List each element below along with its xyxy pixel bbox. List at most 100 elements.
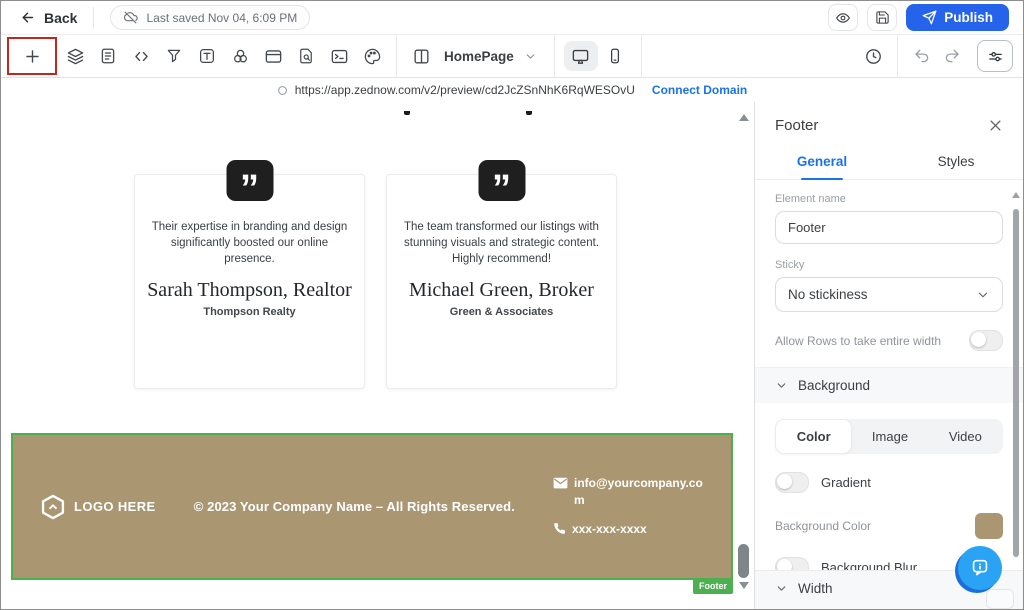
console-button[interactable] <box>324 41 354 71</box>
columns-icon <box>412 47 431 66</box>
tab-styles[interactable]: Styles <box>889 146 1023 179</box>
eye-icon <box>835 10 851 26</box>
panel-scroll-up-arrow[interactable] <box>1012 192 1020 198</box>
preview-url: https://app.zednow.com/v2/preview/cd2JcZ… <box>295 83 635 97</box>
divider <box>554 35 555 77</box>
chevron-down-icon <box>976 288 990 302</box>
filter-button[interactable] <box>159 41 189 71</box>
text-icon <box>198 47 216 65</box>
testimonial-quote: The team transformed our listings with s… <box>401 220 602 268</box>
testimonial-company: Thompson Realty <box>135 306 364 318</box>
mobile-view-button[interactable] <box>598 41 632 71</box>
save-button[interactable] <box>867 4 897 31</box>
undo-button[interactable] <box>907 41 937 71</box>
bg-tab-image[interactable]: Image <box>852 419 927 454</box>
palette-icon <box>363 47 382 66</box>
background-section-header[interactable]: Background <box>755 367 1023 403</box>
connect-domain-link[interactable]: Connect Domain <box>652 83 747 97</box>
bg-tab-video[interactable]: Video <box>928 419 1003 454</box>
text-button[interactable] <box>192 41 222 71</box>
page-selector-value: HomePage <box>444 49 514 64</box>
browser-card-button[interactable] <box>258 41 288 71</box>
page-canvas[interactable]: ” Their expertise in branding and design… <box>1 102 754 610</box>
history-button[interactable] <box>858 41 888 71</box>
element-name-input[interactable] <box>775 211 1003 244</box>
quote-icon-remnant <box>404 111 410 115</box>
redo-icon <box>943 47 961 65</box>
terminal-icon <box>330 47 349 66</box>
back-button[interactable]: Back <box>19 9 77 26</box>
layers-icon <box>66 47 85 66</box>
status-circle-icon <box>277 85 288 96</box>
theme-button[interactable] <box>357 41 387 71</box>
footer-content: LOGO HERE © 2023 Your Company Name – All… <box>13 435 731 578</box>
hidden-corner-button[interactable] <box>986 589 1014 609</box>
testimonial-quote: Their expertise in branding and design s… <box>149 220 350 268</box>
shapes-button[interactable] <box>225 41 255 71</box>
page-settings-button[interactable] <box>977 40 1013 72</box>
chevron-down-icon <box>775 379 788 392</box>
footer-email: info@yourcompany.com <box>574 475 705 509</box>
divider <box>93 7 94 29</box>
footer-copyright: © 2023 Your Company Name – All Rights Re… <box>194 499 515 514</box>
undo-icon <box>913 47 931 65</box>
footer-element-selected[interactable]: LOGO HERE © 2023 Your Company Name – All… <box>11 433 733 580</box>
cloud-off-icon <box>123 10 138 25</box>
scrollbar-thumb[interactable] <box>738 544 749 578</box>
testimonial-card[interactable]: ” The team transformed our listings with… <box>386 174 617 389</box>
redo-button[interactable] <box>937 41 967 71</box>
code-button[interactable] <box>126 41 156 71</box>
smartphone-icon <box>606 47 624 65</box>
hexagon-logo-icon <box>39 493 67 521</box>
preview-url-bar: https://app.zednow.com/v2/preview/cd2JcZ… <box>1 78 1023 102</box>
monitor-icon <box>571 47 590 66</box>
top-bar: Back Last saved Nov 04, 6:09 PM <box>1 1 1023 35</box>
page-search-button[interactable] <box>291 41 321 71</box>
divider <box>396 35 397 77</box>
close-icon[interactable] <box>988 118 1003 133</box>
sticky-label: Sticky <box>775 259 1003 271</box>
layout-columns-button[interactable] <box>406 41 436 71</box>
funnel-icon <box>165 47 183 65</box>
scroll-up-arrow[interactable] <box>739 114 749 121</box>
page-selector[interactable]: HomePage <box>436 45 545 68</box>
properties-panel: Footer General Styles Element name Stick… <box>754 102 1023 610</box>
last-saved-badge: Last saved Nov 04, 6:09 PM <box>110 5 310 30</box>
sticky-select[interactable]: No stickiness <box>775 277 1003 312</box>
editor-toolbar: HomePage <box>1 35 1023 78</box>
divider <box>897 35 898 77</box>
scroll-down-arrow[interactable] <box>739 582 749 589</box>
allow-rows-toggle[interactable] <box>969 330 1003 351</box>
add-element-button[interactable] <box>17 41 47 71</box>
help-chat-button[interactable] <box>958 546 1002 590</box>
gradient-toggle[interactable] <box>775 472 809 493</box>
bg-tab-color[interactable]: Color <box>775 419 852 454</box>
publish-label: Publish <box>944 10 993 25</box>
testimonial-company: Green & Associates <box>387 306 616 318</box>
preview-button[interactable] <box>828 4 858 31</box>
back-label: Back <box>44 10 77 26</box>
allow-rows-label: Allow Rows to take entire width <box>775 334 969 348</box>
envelope-icon <box>553 477 568 489</box>
selection-label-badge: Footer <box>693 579 733 594</box>
clock-history-icon <box>864 47 883 66</box>
browser-window-icon <box>264 47 283 66</box>
background-color-label: Background Color <box>775 519 871 533</box>
chevron-down-icon <box>775 582 788 595</box>
tab-general[interactable]: General <box>755 146 889 179</box>
testimonials-row: ” Their expertise in branding and design… <box>134 174 617 389</box>
chat-info-icon <box>969 557 991 579</box>
publish-button[interactable]: Publish <box>906 4 1009 31</box>
footer-phone: xxx-xxx-xxxx <box>572 521 647 538</box>
sticky-select-value: No stickiness <box>788 287 868 302</box>
arrow-left-icon <box>19 9 36 26</box>
gradient-label: Gradient <box>821 475 871 490</box>
code-icon <box>132 47 151 66</box>
background-color-swatch[interactable] <box>975 513 1003 539</box>
desktop-view-button[interactable] <box>564 41 598 71</box>
testimonial-card[interactable]: ” Their expertise in branding and design… <box>134 174 365 389</box>
panel-scrollbar-thumb[interactable] <box>1013 209 1019 557</box>
canvas-scrollbar[interactable] <box>736 108 752 604</box>
layers-button[interactable] <box>60 41 90 71</box>
form-button[interactable] <box>93 41 123 71</box>
